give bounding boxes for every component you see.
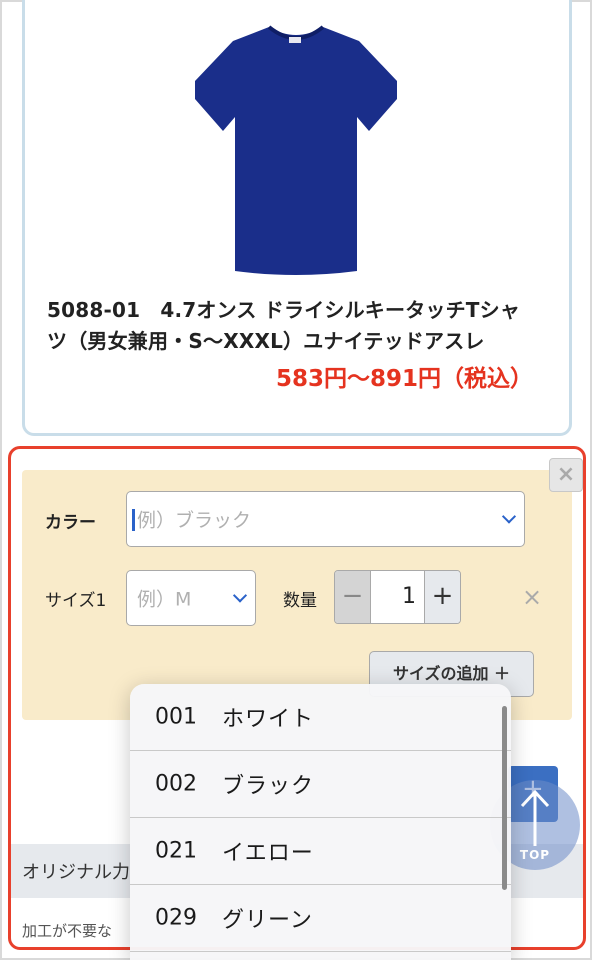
tshirt-image	[195, 25, 397, 275]
product-price: 583円〜891円（税込）	[275, 366, 533, 392]
option-code: 021	[155, 838, 197, 864]
color-dropdown-list[interactable]: 001 ホワイト 002 ブラック 021 イエロー 029 グリーン	[130, 684, 511, 960]
dropdown-option[interactable]: 001 ホワイト	[130, 684, 511, 751]
dropdown-option[interactable]: 002 ブラック	[130, 751, 511, 818]
product-name-line1: 5088-01 4.7オンス ドライシルキータッチTシャ	[47, 298, 521, 322]
product-name-line2: ツ（男女兼用・S〜XXXL）ユナイテッドアスレ	[47, 329, 485, 353]
dropdown-scrollbar[interactable]	[502, 706, 507, 890]
option-name: ホワイト	[222, 707, 315, 732]
option-code: 001	[155, 704, 197, 730]
option-name: グリーン	[222, 908, 313, 933]
option-code: 029	[155, 905, 197, 931]
option-code: 002	[155, 771, 197, 797]
product-name[interactable]: 5088-01 4.7オンス ドライシルキータッチTシャ ツ（男女兼用・S〜XX…	[47, 295, 557, 357]
dropdown-option[interactable]: 029 グリーン	[130, 885, 511, 952]
dropdown-option[interactable]: 021 イエロー	[130, 818, 511, 885]
product-card[interactable]: 5088-01 4.7オンス ドライシルキータッチTシャ ツ（男女兼用・S〜XX…	[22, 0, 572, 436]
option-name: ブラック	[222, 774, 315, 799]
option-name: イエロー	[222, 841, 314, 866]
